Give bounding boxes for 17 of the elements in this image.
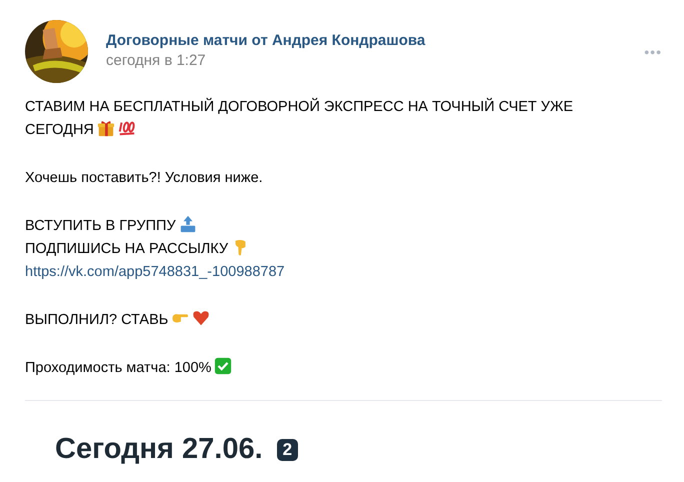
attachment-heading: Сегодня 27.06. [55, 433, 263, 466]
post-time[interactable]: сегодня в 1:27 [106, 52, 644, 69]
post-text: ВСТУПИТЬ В ГРУППУ [25, 218, 176, 234]
post-text: СТАВИМ НА БЕСПЛАТНЫЙ ДОГОВОРНОЙ ЭКСПРЕСС НА ТОЧНЫЙ СЧЕТ УЖЕ [25, 99, 574, 115]
hundred-icon [118, 119, 136, 137]
up-arrow-icon [178, 215, 197, 233]
post-text: Проходимость матча: 100% [25, 360, 212, 376]
post-text: ПОДПИШИСЬ НА РАССЫЛКУ [25, 241, 228, 257]
number-badge: 2 [276, 438, 298, 460]
check-icon [214, 357, 232, 375]
gift-icon [96, 119, 115, 137]
post-text: Хочешь поставить?! Условия ниже. [25, 170, 263, 186]
post-text: ВЫПОЛНИЛ? СТАВЬ [25, 312, 168, 328]
author-name[interactable]: Договорные матчи от Андрея Кондрашова [106, 32, 644, 49]
heart-icon [192, 309, 210, 327]
post-link[interactable]: https://vk.com/app5748831_-100988787 [25, 264, 285, 280]
post-text: СЕГОДНЯ [25, 122, 94, 138]
